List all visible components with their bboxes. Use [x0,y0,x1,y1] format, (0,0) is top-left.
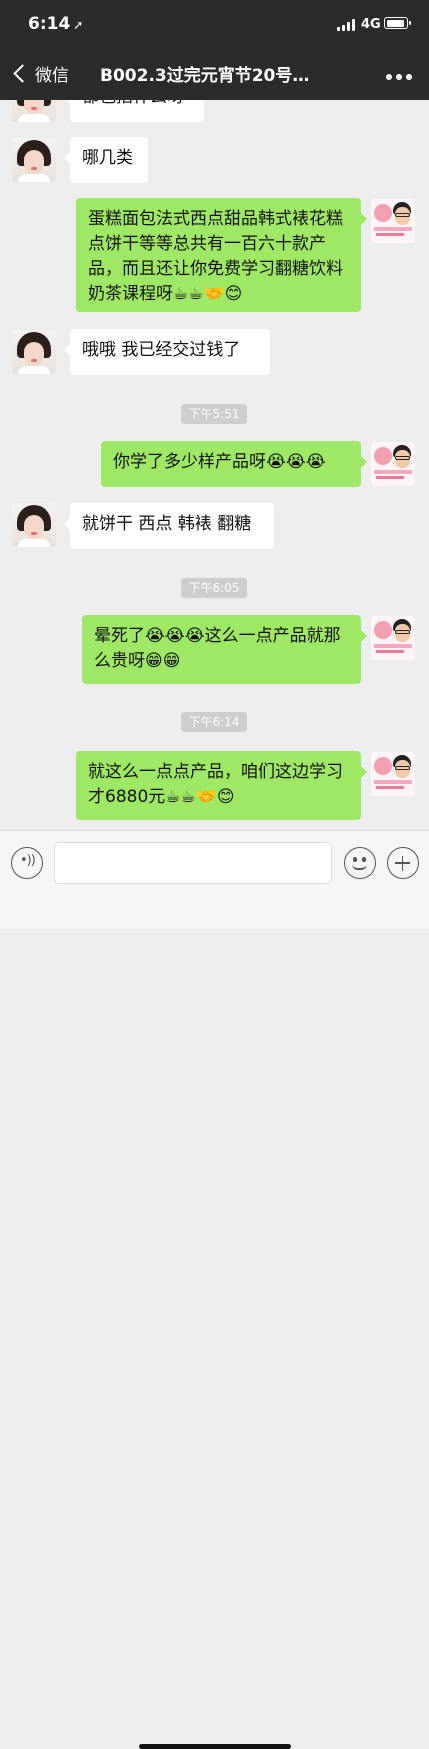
message-bubble[interactable]: 哦哦 我已经交过钱了 [64,329,270,375]
avatar-self[interactable] [371,752,415,796]
message-bubble[interactable]: 都包括什么呀 [64,100,204,122]
voice-icon: •)) [20,853,36,868]
voice-button[interactable]: •)) [11,847,43,879]
status-time: 6:14 ➚ [28,14,83,34]
avatar-self[interactable] [371,442,415,486]
back-label: 微信 [35,66,69,86]
battery-icon [384,17,411,29]
plus-icon[interactable] [387,847,419,879]
status-time-text: 6:14 [28,14,71,34]
avatar-self[interactable] [371,199,415,243]
message-bubble[interactable]: 就这么一点点产品，咱们这边学习才6880元☕☕🤝😊 [76,751,367,820]
chat-area[interactable]: 都包括什么呀 哪几类 蛋糕面包法式西点甜品韩式裱花糕点饼干等等总共有一百六十款产… [0,100,429,830]
top-bar: 6:14 ➚ 4G 微信 B002.3过完元宵节20号… [0,0,429,100]
message-bubble[interactable]: 你学了多少样产品呀😭😭😭 [101,441,367,487]
status-bar: 6:14 ➚ 4G [0,0,429,44]
network-type: 4G [361,17,381,32]
avatar-other[interactable] [12,503,56,547]
chat-title: B002.3过完元宵节20号… [100,66,310,86]
avatar-self[interactable] [371,616,415,660]
avatar-other[interactable] [12,138,56,182]
location-arrow-icon: ➚ [73,18,84,32]
avatar-other[interactable] [12,100,56,122]
timestamp: 下午5:51 [181,404,247,424]
message-input[interactable] [54,842,332,884]
timestamp: 下午6:14 [181,712,247,732]
signal-icon [337,19,355,31]
home-indicator[interactable] [139,1744,291,1749]
input-bar: •)) [0,830,429,1749]
message-bubble[interactable]: 哪几类 [64,137,148,183]
emoji-icon[interactable] [344,847,376,879]
message-bubble[interactable]: 就饼干 西点 韩裱 翻糖 [64,503,274,549]
message-bubble[interactable]: 晕死了😭😭😭这么一点产品就那么贵呀😁😁 [82,615,367,684]
back-button[interactable]: 微信 [10,61,69,86]
timestamp: 下午6:05 [181,578,247,598]
message-bubble[interactable]: 蛋糕面包法式西点甜品韩式裱花糕点饼干等等总共有一百六十款产品，而且还让你免费学习… [76,198,367,312]
back-chevron-icon [13,64,32,83]
nav-bar: 微信 B002.3过完元宵节20号… [0,44,429,100]
more-icon[interactable] [386,74,412,80]
avatar-other[interactable] [12,330,56,374]
